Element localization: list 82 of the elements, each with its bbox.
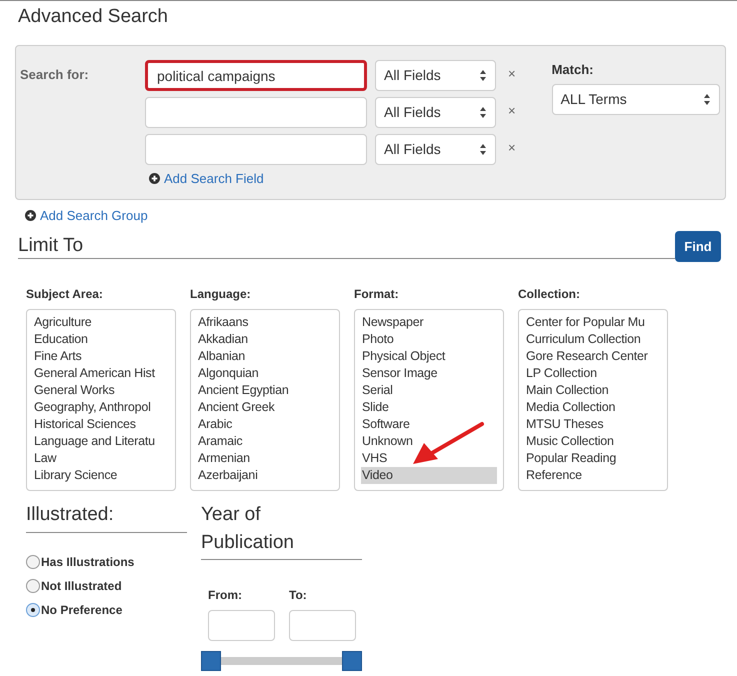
up-down-arrows-icon: [479, 69, 487, 82]
to-year-input[interactable]: [289, 610, 356, 641]
dropdown[interactable]: ALL Terms: [552, 84, 720, 114]
list-option[interactable]: Gore Research Center: [525, 348, 661, 365]
page-title: Advanced Search: [18, 5, 168, 29]
list-option[interactable]: General American Hist: [33, 365, 169, 382]
illustrated-heading: Illustrated:: [26, 501, 187, 532]
list-option[interactable]: Aramaic: [197, 433, 333, 450]
list-option[interactable]: Azerbaijani: [197, 467, 333, 484]
list-option[interactable]: Media Collection: [525, 399, 661, 416]
list-option[interactable]: Unknown: [361, 433, 497, 450]
from-year-input[interactable]: [208, 610, 275, 641]
list-option[interactable]: Ancient Egyptian: [197, 382, 333, 399]
list-option[interactable]: Agriculture: [33, 314, 169, 331]
list-option[interactable]: Language and Literatu: [33, 433, 169, 450]
radio-button[interactable]: [26, 578, 40, 592]
slider-handle[interactable]: [342, 651, 362, 671]
list-option[interactable]: Curriculum Collection: [525, 331, 661, 348]
list-option[interactable]: Software: [361, 416, 497, 433]
list-option[interactable]: Fine Arts: [33, 348, 169, 365]
search-input[interactable]: [145, 97, 367, 128]
remove-button[interactable]: ×: [508, 138, 516, 158]
list-option[interactable]: Geography, Anthropol: [33, 399, 169, 416]
list-option[interactable]: Music Collection: [525, 433, 661, 450]
list-option[interactable]: Sensor Image: [361, 365, 497, 382]
match-label: Match:: [552, 61, 594, 79]
year-heading: Publication: [201, 531, 295, 555]
find-button[interactable]: Find: [675, 231, 721, 262]
list-option[interactable]: General Works: [33, 382, 169, 399]
remove-button[interactable]: ×: [508, 101, 516, 121]
up-down-arrows-icon: [702, 92, 711, 106]
add-search-field-link[interactable]: Add Search Field: [164, 169, 264, 188]
list-option[interactable]: Newspaper: [361, 314, 497, 331]
list-option[interactable]: Ancient Greek: [197, 399, 333, 416]
radio-button[interactable]: [26, 602, 40, 616]
list-option[interactable]: VHS: [361, 450, 497, 467]
list-option[interactable]: Physical Object: [361, 348, 497, 365]
dropdown[interactable]: All Fields: [375, 60, 496, 91]
to-label: To:: [289, 587, 308, 604]
slider-handle[interactable]: [201, 651, 221, 671]
list-option[interactable]: Main Collection: [525, 382, 661, 399]
list-option[interactable]: Popular Reading: [525, 450, 661, 467]
list-option[interactable]: Slide: [361, 399, 497, 416]
radio-button[interactable]: [26, 554, 40, 568]
search-input[interactable]: political campaigns: [145, 60, 367, 91]
list-option[interactable]: Library Science: [33, 467, 169, 484]
dropdown[interactable]: All Fields: [375, 97, 496, 128]
list-option[interactable]: Photo: [361, 331, 497, 348]
list-option[interactable]: Algonquian: [197, 365, 333, 382]
plus-circle-icon: [25, 210, 36, 222]
add-search-group-link[interactable]: Add Search Group: [40, 206, 148, 226]
up-down-arrows-icon: [479, 143, 487, 156]
list-label: Language:: [190, 286, 252, 303]
list-option[interactable]: MTSU Theses: [525, 416, 661, 433]
list-option[interactable]: Education: [33, 331, 169, 348]
list-option[interactable]: Law: [33, 450, 169, 467]
list-option[interactable]: Akkadian: [197, 331, 333, 348]
list-label: Subject Area:: [26, 286, 104, 303]
remove-button[interactable]: ×: [508, 64, 516, 84]
limit-to-heading: Limit To: [18, 234, 84, 258]
dropdown[interactable]: All Fields: [375, 134, 496, 165]
list-option[interactable]: LP Collection: [525, 365, 661, 382]
plus-circle-icon: [149, 173, 160, 184]
radio-label: Not Illustrated: [41, 578, 122, 594]
field-label: Search for:: [20, 66, 90, 84]
list-option[interactable]: Albanian: [197, 348, 333, 365]
list-option[interactable]: Reference: [525, 467, 661, 484]
year-heading: Year of: [201, 503, 262, 527]
list-option[interactable]: Afrikaans: [197, 314, 333, 331]
list-label: Format:: [354, 286, 400, 303]
list-option[interactable]: Historical Sciences: [33, 416, 169, 433]
list-option[interactable]: Serial: [361, 382, 497, 399]
list-option[interactable]: Arabic: [197, 416, 333, 433]
radio-label: No Preference: [41, 602, 122, 618]
list-option[interactable]: Center for Popular Mu: [525, 314, 661, 331]
list-option[interactable]: Video: [361, 467, 497, 484]
search-input[interactable]: [145, 134, 367, 165]
from-label: From:: [208, 587, 243, 604]
list-label: Collection:: [518, 286, 581, 303]
list-option[interactable]: Armenian: [197, 450, 333, 467]
radio-label: Has Illustrations: [41, 554, 134, 570]
up-down-arrows-icon: [479, 106, 487, 119]
